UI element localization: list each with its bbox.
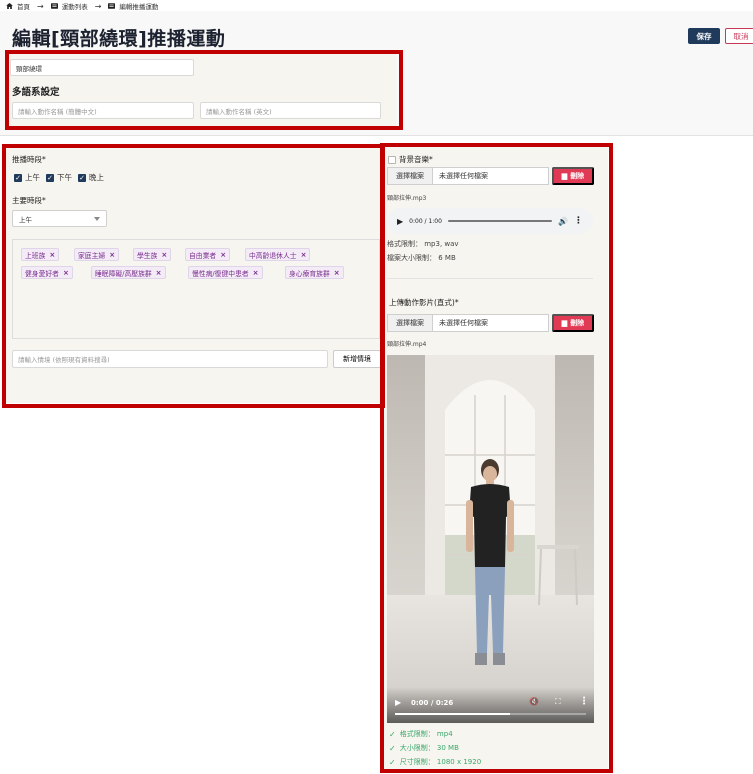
name-en-input[interactable]: 請輸入動作名稱 (英文)	[200, 102, 381, 119]
more-options-icon[interactable]: ⋮	[579, 696, 589, 707]
breadcrumb-current: 編輯推播運動	[119, 3, 159, 11]
remove-tag-icon[interactable]: ×	[63, 269, 69, 277]
scenario-tag: 身心療育族群 ×	[285, 266, 344, 279]
period-evening-checkbox[interactable]: ✓ 晚上	[78, 172, 104, 183]
check-icon: ✓	[389, 743, 396, 753]
remove-tag-icon[interactable]: ×	[253, 269, 259, 277]
video-file-name: 頸部拉伸.mp4	[387, 341, 427, 348]
main-period-label: 主要時段*	[12, 196, 46, 205]
scenario-tag: 中高齡退休人士 ×	[245, 248, 311, 261]
list-icon	[50, 3, 58, 9]
remove-tag-icon[interactable]: ×	[220, 251, 226, 259]
scenario-tag: 家庭主婦 ×	[74, 248, 120, 261]
breadcrumb-exercise-list[interactable]: 運動列表	[62, 1, 88, 11]
arrow-right-icon: →	[94, 1, 102, 11]
chevron-down-icon	[94, 216, 100, 221]
video-file-status: 未選擇任何檔案	[433, 314, 549, 332]
basic-info-panel: 頸部繞環 多語系設定 請輸入動作名稱 (簡體中文) 請輸入動作名稱 (英文)	[6, 54, 396, 126]
scenario-input[interactable]: 請輸入情境 (依照現有資料搜尋)	[12, 350, 328, 368]
video-size-check: ✓ 大小限制： 30 MB	[389, 743, 459, 753]
home-icon	[6, 3, 13, 9]
more-options-icon[interactable]: ⋮	[574, 216, 583, 226]
scenario-tag: 健身愛好者 ×	[21, 266, 73, 279]
video-controls: ▶ 0:00 / 0:26 🔇 ⛶ ⋮	[387, 687, 594, 723]
scenario-tag: 上班族 ×	[21, 248, 60, 261]
main-period-select[interactable]: 上午	[12, 210, 107, 227]
play-icon[interactable]: ▶	[397, 217, 403, 226]
music-choose-file-button[interactable]: 選擇檔案	[387, 167, 433, 185]
periods-group: ✓ 上午 ✓ 下午 ✓ 晚上	[14, 172, 110, 183]
scenario-tag: 學生族 ×	[133, 248, 172, 261]
checkbox-icon	[388, 155, 396, 164]
video-frame	[387, 355, 594, 723]
volume-icon[interactable]: 🔊	[558, 217, 568, 226]
schedule-panel: 推播時段* ✓ 上午 ✓ 下午 ✓ 晚上 主要時段* 上午 上班族 × 家庭主婦 × 學生…	[6, 146, 381, 403]
audio-time: 0:00 / 1:00	[409, 217, 442, 225]
periods-label: 推播時段*	[12, 155, 46, 164]
music-file-status: 未選擇任何檔案	[433, 167, 549, 185]
trash-icon: ▆	[561, 320, 568, 327]
video-file-input[interactable]: 選擇檔案 未選擇任何檔案	[387, 314, 549, 332]
music-delete-button[interactable]: ▆ 刪除	[552, 167, 594, 185]
video-progress-fill	[395, 713, 510, 715]
play-icon[interactable]: ▶	[395, 698, 401, 707]
period-morning-checkbox[interactable]: ✓ 上午	[14, 172, 40, 183]
video-dimension-check: ✓ 尺寸限制： 1080 x 1920	[389, 757, 482, 767]
arrow-right-icon: →	[37, 1, 44, 11]
cancel-button[interactable]: 取消	[725, 28, 753, 44]
name-zh-input[interactable]: 請輸入動作名稱 (簡體中文)	[12, 102, 194, 119]
audio-seek-bar[interactable]	[447, 220, 553, 222]
period-afternoon-checkbox[interactable]: ✓ 下午	[46, 172, 72, 183]
remove-tag-icon[interactable]: ×	[49, 251, 55, 259]
fullscreen-icon[interactable]: ⛶	[555, 697, 561, 707]
scenario-tag: 自由業者 ×	[185, 248, 231, 261]
page-title: 編輯[頸部繞環]推播運動	[12, 28, 226, 50]
check-icon: ✓	[46, 173, 54, 182]
media-panel: 背景音樂* 選擇檔案 未選擇任何檔案 ▆ 刪除 頸部拉伸.mp3 ▶ 0:00 /…	[384, 147, 608, 772]
divider	[387, 278, 593, 279]
video-time: 0:00 / 0:26	[411, 699, 454, 707]
save-button[interactable]: 保存	[688, 28, 720, 44]
scenario-tag: 慢性病/復健中患者 ×	[188, 266, 263, 279]
remove-tag-icon[interactable]: ×	[156, 269, 162, 277]
music-label-row[interactable]: 背景音樂*	[388, 154, 433, 165]
check-icon: ✓	[14, 173, 22, 182]
video-player[interactable]: ▶ 0:00 / 0:26 🔇 ⛶ ⋮	[387, 355, 594, 723]
check-icon: ✓	[389, 729, 396, 739]
video-format-check: ✓ 格式限制： mp4	[389, 729, 453, 739]
music-file-input[interactable]: 選擇檔案 未選擇任何檔案	[387, 167, 549, 185]
add-scenario-button[interactable]: 新增情境	[333, 350, 381, 368]
remove-tag-icon[interactable]: ×	[109, 251, 115, 259]
music-format-limit: 格式限制： mp3, wav	[387, 240, 459, 248]
music-file-name: 頸部拉伸.mp3	[387, 195, 427, 202]
audio-player[interactable]: ▶ 0:00 / 1:00 🔊 ⋮	[387, 208, 593, 234]
list-icon	[108, 3, 116, 9]
music-size-limit: 檔案大小限制： 6 MB	[387, 254, 456, 262]
video-label: 上傳動作影片(直式)*	[389, 298, 459, 307]
breadcrumb: 首頁 → 運動列表 → 編輯推播運動	[6, 1, 158, 11]
video-seek-bar[interactable]	[395, 713, 586, 715]
remove-tag-icon[interactable]: ×	[334, 269, 340, 277]
video-choose-file-button[interactable]: 選擇檔案	[387, 314, 433, 332]
exercise-name-input[interactable]: 頸部繞環	[10, 59, 194, 76]
check-icon: ✓	[389, 757, 396, 767]
scenario-tag-area: 上班族 × 家庭主婦 × 學生族 × 自由業者 × 中高齡退休人士 × 健身愛好者 × 睡眠…	[12, 239, 380, 339]
video-delete-button[interactable]: ▆ 刪除	[552, 314, 594, 332]
breadcrumb-home[interactable]: 首頁	[17, 1, 30, 11]
mute-icon[interactable]: 🔇	[529, 697, 539, 706]
scenario-tag: 睡眠障礙/高壓族群 ×	[91, 266, 166, 279]
remove-tag-icon[interactable]: ×	[301, 251, 307, 259]
check-icon: ✓	[78, 173, 86, 182]
multilang-heading: 多語系設定	[12, 87, 60, 98]
remove-tag-icon[interactable]: ×	[161, 251, 167, 259]
trash-icon: ▆	[561, 173, 568, 180]
